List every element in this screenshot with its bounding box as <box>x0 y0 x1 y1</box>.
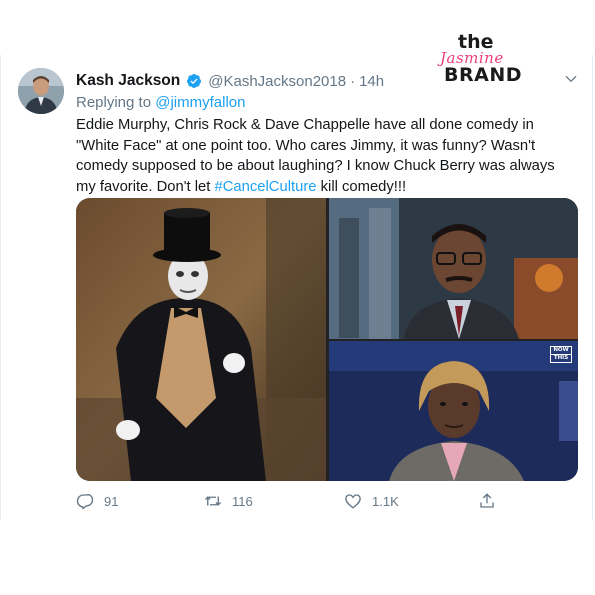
share-button[interactable] <box>478 490 496 512</box>
author-line: Kash Jackson @KashJackson2018 · 14h <box>76 71 384 91</box>
reply-button[interactable]: 91 <box>76 490 118 512</box>
media-image-3[interactable]: NOW THIS <box>329 341 578 481</box>
verified-badge-icon <box>187 74 202 88</box>
retweet-count: 116 <box>232 493 253 509</box>
tweet-text-tail: kill comedy!!! <box>316 178 407 195</box>
photo-man-top-hat <box>76 198 326 481</box>
meta-separator: · <box>350 72 356 90</box>
reply-icon <box>76 494 94 510</box>
reply-count: 91 <box>104 493 119 509</box>
tweet-actions: 91 116 1.1K <box>76 490 516 512</box>
replying-to-label: Replying to <box>76 94 152 111</box>
avatar-image <box>18 68 64 114</box>
author-avatar[interactable] <box>18 68 64 114</box>
author-display-name[interactable]: Kash Jackson <box>76 72 180 90</box>
replying-to: Replying to @jimmyfallon <box>76 94 245 111</box>
photo-man-glasses <box>329 198 578 339</box>
author-handle[interactable]: @KashJackson2018 <box>208 73 346 90</box>
card-border-left <box>0 55 1 520</box>
hashtag-link[interactable]: #CancelCulture <box>215 179 317 195</box>
nowthis-logo: NOW THIS <box>550 346 572 363</box>
like-count: 1.1K <box>372 493 399 509</box>
card-border-right <box>592 55 593 520</box>
nowthis-line2: THIS <box>551 354 571 362</box>
media-image-1[interactable] <box>76 198 326 481</box>
retweet-icon <box>205 496 221 506</box>
media-grid: NOW THIS <box>76 198 578 481</box>
mention-link[interactable]: @jimmyfallon <box>155 94 245 111</box>
watermark-brand: BRAND <box>444 64 522 86</box>
like-button[interactable]: 1.1K <box>344 490 399 512</box>
tweet-text: Eddie Murphy, Chris Rock & Dave Chappell… <box>76 115 576 197</box>
chevron-down-icon[interactable] <box>564 72 578 86</box>
photo-man-blonde-wig <box>329 341 578 481</box>
like-icon <box>345 494 361 509</box>
nowthis-line1: NOW <box>553 347 569 353</box>
retweet-button[interactable]: 116 <box>204 490 253 512</box>
share-icon <box>480 493 494 508</box>
media-image-2[interactable] <box>329 198 578 339</box>
the-jasmine-brand-watermark: the Jasmine BRAND <box>438 33 528 97</box>
tweet-timestamp[interactable]: 14h <box>359 73 384 90</box>
